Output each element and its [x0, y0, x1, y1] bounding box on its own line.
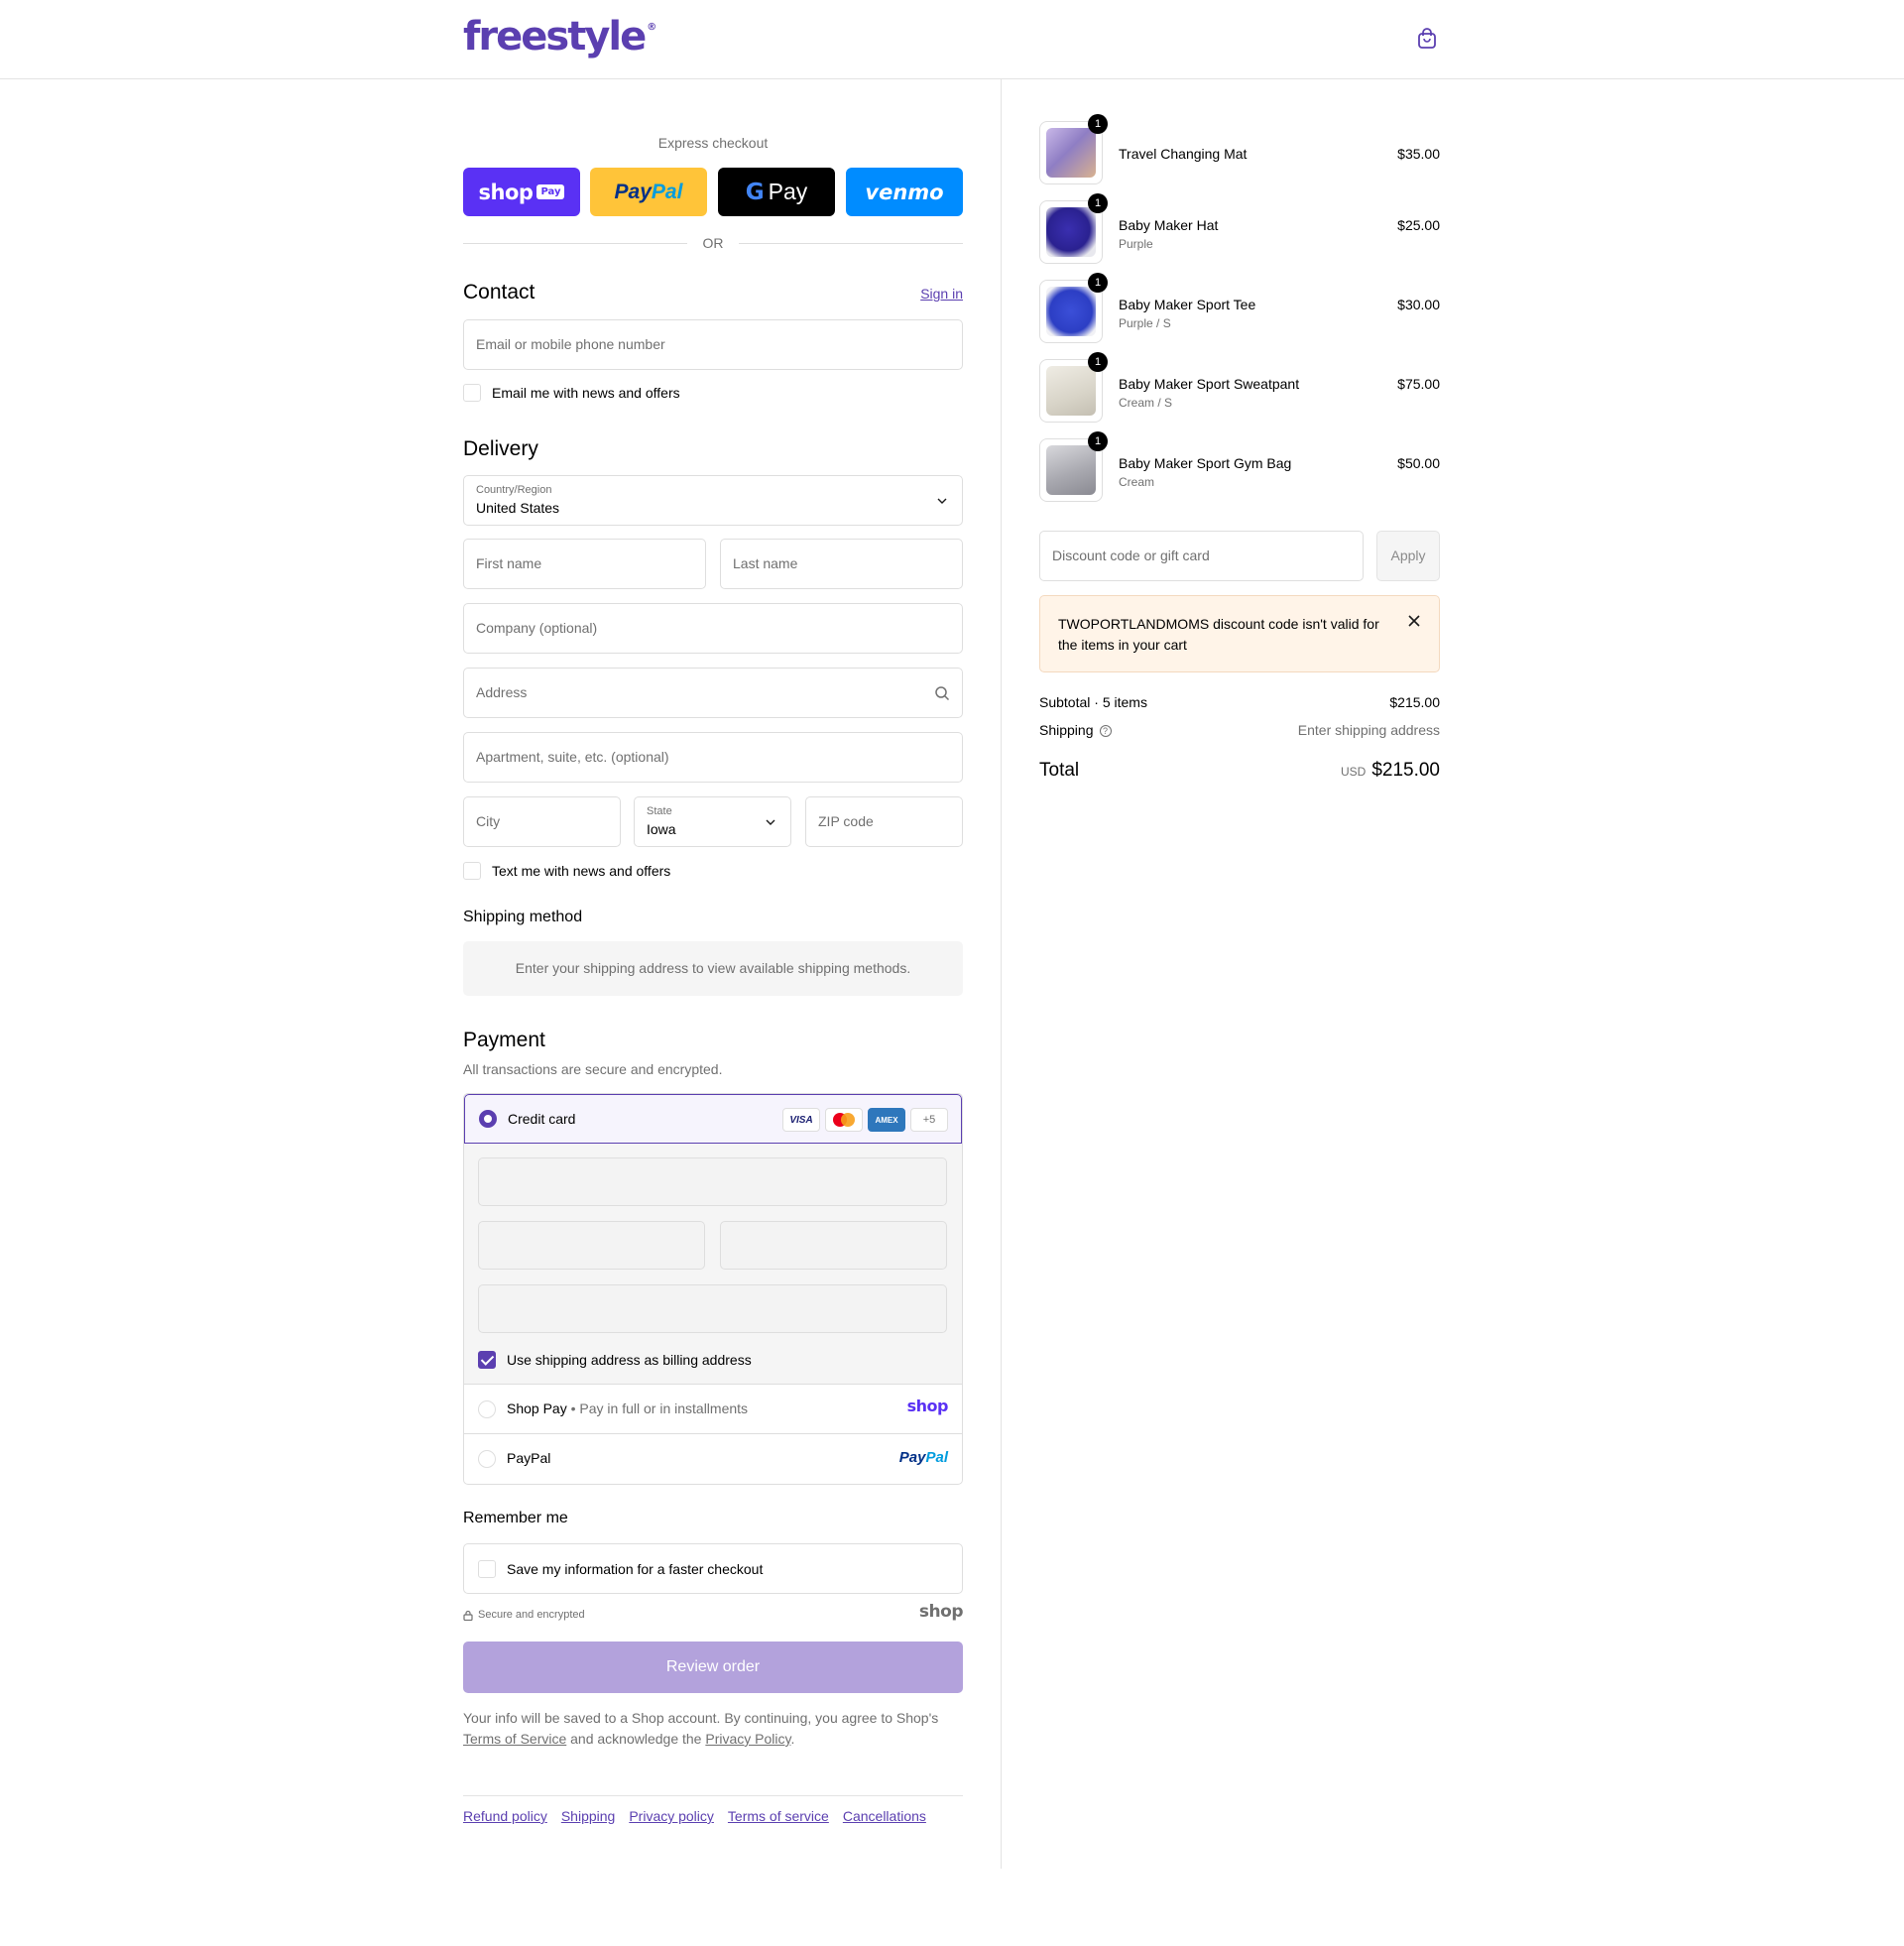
company-field[interactable]: Company (optional) [463, 603, 963, 654]
payment-heading: Payment [463, 1029, 545, 1051]
store-logo[interactable]: freestyle ® [463, 14, 656, 60]
paypal-button[interactable]: Pay Pal [590, 168, 707, 216]
legal-text: Your info will be saved to a Shop accoun… [463, 1710, 939, 1747]
quantity-badge: 1 [1088, 114, 1108, 134]
country-select[interactable]: Country/Region United States [463, 475, 963, 526]
secure-note: Secure and encrypted [463, 1609, 585, 1621]
express-checkout-title: Express checkout [657, 135, 769, 151]
credit-card-form: Use shipping address as billing address [464, 1144, 962, 1384]
google-icon: G [745, 179, 765, 205]
billing-address-checkbox[interactable]: Use shipping address as billing address [478, 1351, 752, 1369]
cart-item: 1 Baby Maker Sport Tee Purple / S $30.00 [1039, 273, 1440, 343]
cart-item: 1 Baby Maker Hat Purple $25.00 [1039, 193, 1440, 264]
name-on-card-field[interactable] [478, 1284, 947, 1333]
discount-error-banner: TWOPORTLANDMOMS discount code isn't vali… [1039, 595, 1440, 672]
shipping-row: Shipping? Enter shipping address [1039, 722, 1440, 738]
amex-icon: AMEX [868, 1108, 905, 1132]
paypal-radio[interactable] [478, 1450, 496, 1468]
cart-item: 1 Travel Changing Mat $35.00 [1039, 114, 1440, 184]
quantity-badge: 1 [1088, 193, 1108, 213]
discount-code-field[interactable]: Discount code or gift card [1039, 531, 1364, 581]
cart-item: 1 Baby Maker Sport Gym Bag Cream $50.00 [1039, 431, 1440, 502]
footer-link-privacy[interactable]: Privacy policy [629, 1808, 714, 1824]
terms-link[interactable]: Terms of Service [463, 1731, 566, 1747]
shop-logo: shop [906, 1397, 949, 1415]
currency-code: USD [1340, 765, 1367, 779]
expiration-field[interactable] [478, 1221, 705, 1270]
shop-pay-option[interactable]: Shop Pay • Pay in full or in installment… [464, 1384, 962, 1433]
product-image: 1 [1039, 193, 1108, 264]
credit-card-option[interactable]: Credit card VISA AMEX +5 [464, 1094, 962, 1144]
delivery-heading: Delivery [463, 437, 538, 460]
column-divider [1001, 79, 1002, 1869]
venmo-button[interactable]: venmo [846, 168, 963, 216]
text-news-checkbox[interactable]: Text me with news and offers [463, 862, 670, 880]
apartment-field[interactable]: Apartment, suite, etc. (optional) [463, 732, 963, 783]
cart-item: 1 Baby Maker Sport Sweatpant Cream / S $… [1039, 352, 1440, 423]
product-image: 1 [1039, 431, 1108, 502]
chevron-down-icon [937, 498, 947, 504]
chevron-down-icon [766, 819, 775, 825]
or-separator: OR [463, 233, 963, 253]
quantity-badge: 1 [1088, 431, 1108, 451]
search-icon [935, 686, 950, 701]
visa-icon: VISA [782, 1108, 820, 1132]
product-image: 1 [1039, 114, 1108, 184]
security-code-field[interactable] [720, 1221, 947, 1270]
footer-link-refund[interactable]: Refund policy [463, 1808, 547, 1824]
footer-link-terms[interactable]: Terms of service [728, 1808, 829, 1824]
shipping-method-heading: Shipping method [463, 909, 583, 925]
credit-card-radio[interactable] [479, 1110, 497, 1128]
remember-me-heading: Remember me [463, 1510, 568, 1526]
card-number-field[interactable] [478, 1157, 947, 1206]
footer-divider [463, 1795, 963, 1796]
apply-discount-button[interactable]: Apply [1376, 531, 1440, 581]
subtotal-row: Subtotal · 5 items $215.00 [1039, 694, 1440, 710]
quantity-badge: 1 [1088, 273, 1108, 293]
help-icon[interactable]: ? [1099, 725, 1112, 738]
payment-subtitle: All transactions are secure and encrypte… [463, 1061, 723, 1077]
email-news-checkbox[interactable]: Email me with news and offers [463, 384, 680, 402]
google-pay-button[interactable]: G Pay [718, 168, 835, 216]
shop-pay-button[interactable]: shop Pay [463, 168, 580, 216]
close-icon[interactable] [1407, 614, 1421, 628]
header: freestyle ® [0, 0, 1904, 79]
review-order-button[interactable]: Review order [463, 1642, 963, 1693]
footer-link-cancellations[interactable]: Cancellations [843, 1808, 926, 1824]
city-field[interactable]: City [463, 796, 621, 847]
total-row: Total USD $215.00 [1039, 760, 1440, 781]
more-cards-badge: +5 [910, 1108, 948, 1132]
shop-pay-radio[interactable] [478, 1400, 496, 1418]
state-select[interactable]: State Iowa [634, 796, 791, 847]
shop-logo: shop [918, 1602, 964, 1622]
sign-in-link[interactable]: Sign in [920, 286, 963, 302]
address-field[interactable]: Address [463, 668, 963, 718]
footer-link-shipping[interactable]: Shipping [561, 1808, 616, 1824]
footer-links: Refund policy Shipping Privacy policy Te… [463, 1808, 926, 1824]
shipping-method-notice: Enter your shipping address to view avai… [463, 941, 963, 996]
email-field[interactable]: Email or mobile phone number [463, 319, 963, 370]
quantity-badge: 1 [1088, 352, 1108, 372]
product-image: 1 [1039, 273, 1108, 343]
lock-icon [463, 1610, 473, 1621]
first-name-field[interactable]: First name [463, 539, 706, 589]
paypal-logo: PayPal [898, 1449, 948, 1466]
shopping-bag-icon[interactable] [1416, 28, 1438, 50]
last-name-field[interactable]: Last name [720, 539, 963, 589]
privacy-link[interactable]: Privacy Policy [705, 1731, 790, 1747]
remember-me-box: Save my information for a faster checkou… [463, 1543, 963, 1594]
product-image: 1 [1039, 352, 1108, 423]
paypal-option[interactable]: PayPal PayPal [464, 1433, 962, 1483]
save-info-checkbox[interactable]: Save my information for a faster checkou… [478, 1560, 763, 1578]
mastercard-icon [825, 1108, 863, 1132]
zip-field[interactable]: ZIP code [805, 796, 963, 847]
payment-methods: Credit card VISA AMEX +5 Use shipping ad… [463, 1093, 963, 1485]
contact-heading: Contact [463, 281, 536, 304]
